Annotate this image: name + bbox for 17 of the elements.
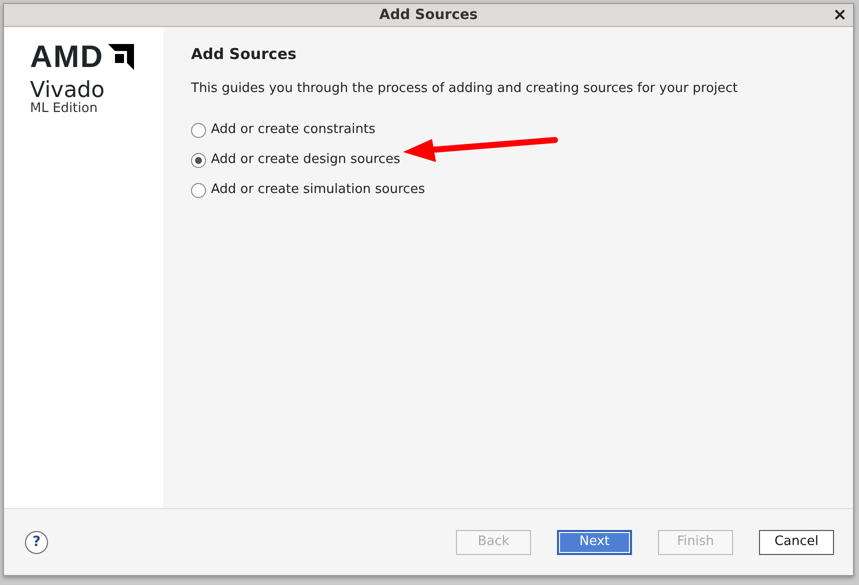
dialog-button[interactable]: Cancel [759, 530, 834, 554]
radio-button[interactable] [191, 122, 206, 138]
radio-button[interactable] [191, 152, 206, 168]
page-description: This guides you through the process of adding and creating sources for your project [191, 80, 739, 98]
radio-option[interactable]: Add or create simulation sources [191, 175, 425, 205]
product-name: Vivado [30, 80, 106, 102]
edition-name: ML Edition [30, 102, 99, 115]
brand-name: AMD [30, 41, 104, 72]
dialog-button[interactable]: Next [557, 530, 632, 554]
radio-option[interactable]: Add or create design sources [191, 145, 400, 175]
logo-icon [108, 44, 134, 70]
radio-button[interactable] [191, 182, 206, 198]
radio-option[interactable]: Add or create constraints [191, 115, 376, 145]
help-button[interactable]: ? [25, 530, 48, 554]
window-title: Add Sources [379, 6, 478, 24]
page-heading: Add Sources [191, 44, 298, 65]
close-button[interactable]: × [832, 5, 847, 25]
